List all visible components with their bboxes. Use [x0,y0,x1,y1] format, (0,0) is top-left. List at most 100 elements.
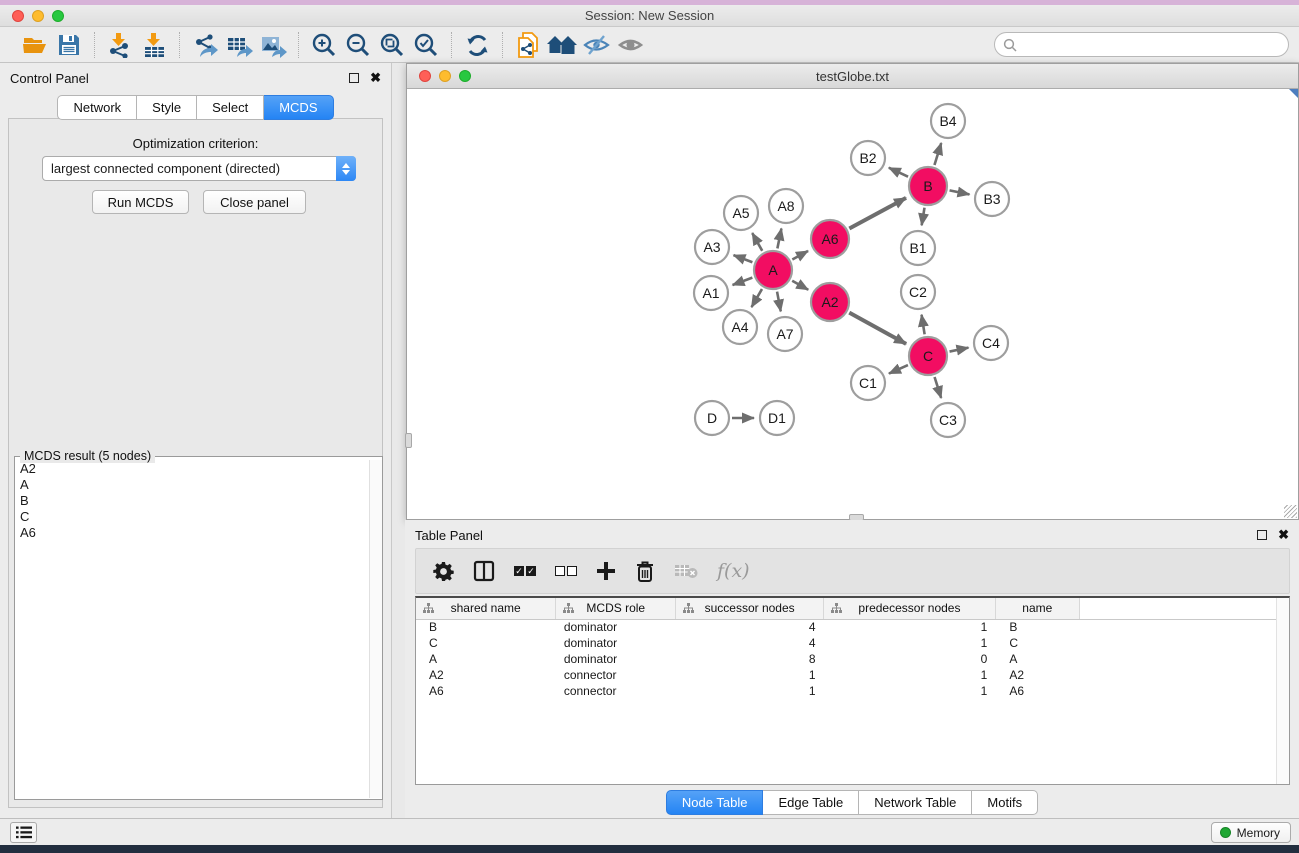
table-cell[interactable]: 1 [824,619,996,635]
float-panel-icon[interactable] [349,73,359,83]
tab-node-table[interactable]: Node Table [666,790,764,815]
column-header[interactable]: shared name [416,598,556,619]
column-layout-icon[interactable] [473,560,495,582]
graph-node-C1[interactable]: C1 [851,366,885,400]
first-neighbors-icon[interactable] [545,30,579,60]
graph-edge[interactable] [922,315,925,335]
zoom-out-icon[interactable] [341,30,375,60]
left-split-grip[interactable] [405,433,412,448]
window-resize-grip[interactable] [1284,505,1297,518]
tab-style[interactable]: Style [137,95,197,120]
table-cell[interactable]: A6 [416,683,556,699]
result-item[interactable]: A [15,477,368,493]
import-network-icon[interactable] [103,30,137,60]
zoom-in-icon[interactable] [307,30,341,60]
table-cell[interactable]: connector [556,683,676,699]
close-table-panel-icon[interactable]: ✖ [1278,530,1289,540]
export-network-icon[interactable] [188,30,222,60]
table-cell[interactable]: A2 [416,667,556,683]
tab-motifs[interactable]: Motifs [972,790,1038,815]
table-cell[interactable]: 1 [676,683,824,699]
table-row[interactable]: Adominator80A [416,651,1289,667]
mcds-result-list[interactable]: A2ABCA6 [15,461,368,799]
table-cell[interactable]: dominator [556,651,676,667]
graph-edge[interactable] [922,208,925,226]
graph-node-A[interactable]: A [754,251,792,289]
table-scrollbar[interactable] [1276,598,1289,784]
graph-edge[interactable] [792,251,808,260]
tab-network-table[interactable]: Network Table [859,790,972,815]
select-all-checkboxes-icon[interactable]: ✓✓ [514,566,536,576]
table-cell[interactable]: B [995,619,1079,635]
result-item[interactable]: A2 [15,461,368,477]
tab-network[interactable]: Network [57,95,137,120]
export-image-icon[interactable] [256,30,290,60]
deselect-all-checkboxes-icon[interactable] [555,566,577,576]
refresh-layout-icon[interactable] [460,30,494,60]
graph-edge[interactable] [849,198,906,229]
hide-selection-icon[interactable] [579,30,613,60]
graph-edge[interactable] [889,168,908,177]
graph-node-A6[interactable]: A6 [811,220,849,258]
import-table-icon[interactable] [137,30,171,60]
graph-node-B3[interactable]: B3 [975,182,1009,216]
graph-node-B4[interactable]: B4 [931,104,965,138]
search-input[interactable] [1022,37,1288,52]
graph-canvas[interactable]: B4B2BB3A5A8A6B1A3AA1C2A2A4A7C4CC1C3DD1 [407,89,1298,519]
graph-edge[interactable] [734,255,753,262]
graph-node-A2[interactable]: A2 [811,283,849,321]
result-scrollbar[interactable] [369,460,382,798]
graph-node-B2[interactable]: B2 [851,141,885,175]
table-row[interactable]: Cdominator41C [416,635,1289,651]
table-cell[interactable]: A [995,651,1079,667]
graph-node-B1[interactable]: B1 [901,231,935,265]
graph-edge[interactable] [950,190,970,194]
graph-node-C2[interactable]: C2 [901,275,935,309]
table-cell[interactable]: 4 [676,619,824,635]
open-file-icon[interactable] [18,30,52,60]
graph-edge[interactable] [950,348,969,352]
table-cell[interactable]: A [416,651,556,667]
close-panel-icon[interactable]: ✖ [370,73,381,83]
graph-node-D[interactable]: D [695,401,729,435]
new-network-from-selection-icon[interactable] [511,30,545,60]
tab-mcds[interactable]: MCDS [264,95,333,120]
graph-node-A7[interactable]: A7 [768,317,802,351]
table-cell[interactable]: A2 [995,667,1079,683]
graph-edge[interactable] [777,229,781,249]
delete-column-icon[interactable] [635,560,655,583]
graph-edge[interactable] [934,143,941,165]
table-cell[interactable]: C [416,635,556,651]
zoom-fit-icon[interactable] [375,30,409,60]
table-cell[interactable]: 0 [824,651,996,667]
graph-node-A8[interactable]: A8 [769,189,803,223]
network-canvas[interactable]: B4B2BB3A5A8A6B1A3AA1C2A2A4A7C4CC1C3DD1 [407,89,1298,519]
result-item[interactable]: C [15,509,368,525]
result-item[interactable]: B [15,493,368,509]
birdseye-corner-icon[interactable] [1289,89,1298,98]
graph-edge[interactable] [849,313,906,344]
add-column-icon[interactable] [596,561,616,581]
table-cell[interactable]: dominator [556,619,676,635]
graph-node-A5[interactable]: A5 [724,196,758,230]
column-header[interactable]: predecessor nodes [824,598,996,619]
graph-node-C[interactable]: C [909,337,947,375]
graph-node-A1[interactable]: A1 [694,276,728,310]
graph-node-B[interactable]: B [909,167,947,205]
task-history-button[interactable] [10,822,37,843]
graph-edge[interactable] [752,289,762,307]
graph-edge[interactable] [733,278,753,285]
table-row[interactable]: Bdominator41B [416,619,1289,635]
graph-node-A4[interactable]: A4 [723,310,757,344]
save-session-icon[interactable] [52,30,86,60]
memory-button[interactable]: Memory [1211,822,1291,843]
criterion-dropdown[interactable]: largest connected component (directed) [42,156,356,181]
table-row[interactable]: A2connector11A2 [416,667,1289,683]
table-cell[interactable]: 4 [676,635,824,651]
graph-edge[interactable] [792,281,808,290]
show-all-icon[interactable] [613,30,647,60]
float-table-panel-icon[interactable] [1257,530,1267,540]
column-header[interactable]: name [995,598,1079,619]
graph-node-C3[interactable]: C3 [931,403,965,437]
table-cell[interactable]: dominator [556,635,676,651]
